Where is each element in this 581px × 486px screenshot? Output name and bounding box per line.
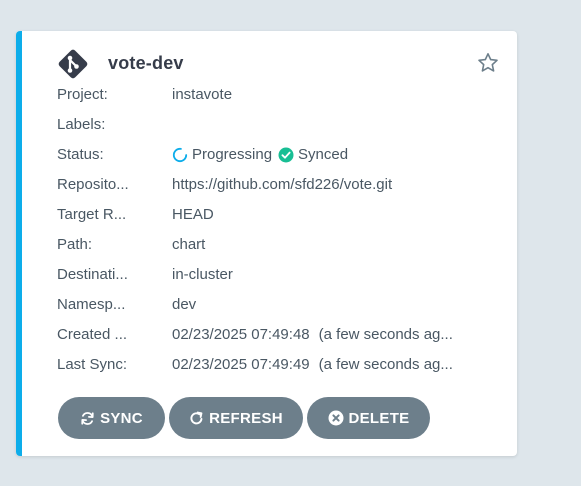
health-status: Progressing <box>172 145 272 165</box>
last-sync-ago: (a few seconds ag... <box>318 356 453 373</box>
progressing-spinner-icon <box>172 147 188 163</box>
refresh-button-label: REFRESH <box>209 409 283 427</box>
created-at-value: 02/23/2025 07:49:48 (a few seconds ag... <box>172 325 453 345</box>
sync-status: Synced <box>278 145 348 165</box>
target-revision-label: Target R... <box>57 206 127 223</box>
project-label: Project: <box>57 86 108 103</box>
status-label: Status: <box>57 146 104 163</box>
repository-value[interactable]: https://github.com/sfd226/vote.git <box>172 175 392 195</box>
namespace-value: dev <box>172 296 197 313</box>
last-sync-label: Last Sync: <box>57 356 128 373</box>
status-value: Progressing Synced <box>172 145 354 165</box>
path-label: Path: <box>57 236 93 253</box>
delete-button-label: DELETE <box>348 409 410 427</box>
repository-label: Reposito... <box>57 176 129 193</box>
health-accent-bar <box>16 31 22 456</box>
labels-label: Labels: <box>57 116 106 133</box>
last-sync-date: 02/23/2025 07:49:49 <box>172 356 310 373</box>
created-at-label: Created ... <box>57 326 128 343</box>
refresh-icon <box>190 411 203 424</box>
sync-status-text: Synced <box>298 146 349 163</box>
destination-label: Destinati... <box>57 266 128 283</box>
synced-check-icon <box>278 147 294 163</box>
created-at-ago: (a few seconds ag... <box>318 326 453 343</box>
last-sync-value: 02/23/2025 07:49:49 (a few seconds ag... <box>172 355 453 375</box>
sync-button-label: SYNC <box>100 409 143 427</box>
app-name[interactable]: vote-dev <box>108 53 184 74</box>
application-card[interactable]: vote-dev Project: instavote Labels: Stat… <box>16 31 517 456</box>
project-value: instavote <box>172 86 233 103</box>
delete-circle-x-icon <box>328 410 343 426</box>
destination-value: in-cluster <box>172 266 233 283</box>
sync-button[interactable]: SYNC <box>58 397 165 439</box>
namespace-label: Namesp... <box>57 296 126 313</box>
refresh-button[interactable]: REFRESH <box>169 397 303 439</box>
created-at-date: 02/23/2025 07:49:48 <box>172 326 310 343</box>
sync-icon <box>81 411 94 425</box>
git-logo-icon <box>58 49 88 79</box>
target-revision-value: HEAD <box>172 206 214 223</box>
delete-button[interactable]: DELETE <box>307 397 430 439</box>
star-outline-icon[interactable] <box>476 51 500 75</box>
path-value: chart <box>172 236 206 253</box>
health-status-text: Progressing <box>192 146 273 163</box>
